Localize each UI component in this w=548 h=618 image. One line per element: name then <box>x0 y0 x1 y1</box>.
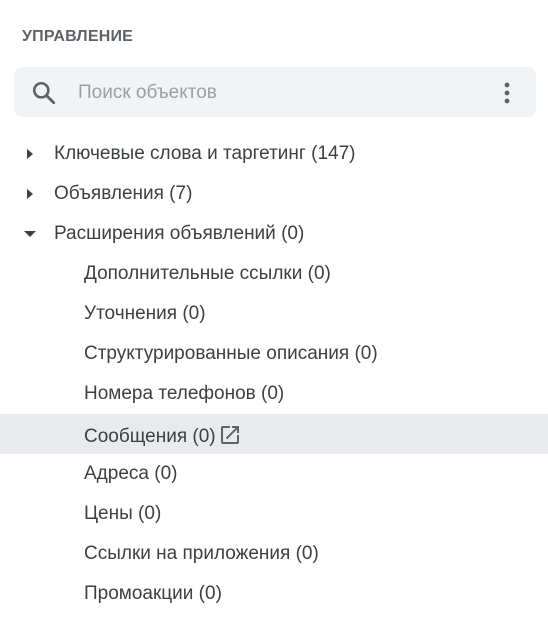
tree-item-app-links[interactable]: Ссылки на приложения (0) <box>0 534 548 574</box>
search-icon[interactable] <box>31 80 57 106</box>
tree-item-label: Расширения объявлений (0) <box>54 223 305 244</box>
tree-item-label: Ссылки на приложения (0) <box>84 543 319 564</box>
tree-item-keywords[interactable]: Ключевые слова и таргетинг (147) <box>0 134 548 174</box>
tree-item-label: Уточнения (0) <box>84 303 206 324</box>
tree-item-structured-snippets[interactable]: Структурированные описания (0) <box>0 334 548 374</box>
tree-item-label: Структурированные описания (0) <box>84 343 378 364</box>
tree-item-label: Промоакции (0) <box>84 583 222 604</box>
tree-item-call-extensions[interactable]: Номера телефонов (0) <box>0 374 548 414</box>
tree-item-label: Цены (0) <box>84 503 162 524</box>
tree-item-sitelinks[interactable]: Дополнительные ссылки (0) <box>0 254 548 294</box>
tree-item-label-wrap: Сообщения (0) <box>84 423 242 448</box>
tree-item-label: Адреса (0) <box>84 463 178 484</box>
management-panel: УПРАВЛЕНИЕ Ключевые слова и таргетинг (1… <box>0 0 548 618</box>
tree-item-callouts[interactable]: Уточнения (0) <box>0 294 548 334</box>
tree-item-label: Объявления (7) <box>54 183 193 204</box>
tree-item-ads[interactable]: Объявления (7) <box>0 174 548 214</box>
search-input[interactable] <box>78 79 478 107</box>
tree-item-locations[interactable]: Адреса (0) <box>0 454 548 494</box>
tree-item-label: Дополнительные ссылки (0) <box>84 263 331 284</box>
tree-item-extensions[interactable]: Расширения объявлений (0) <box>0 214 548 254</box>
section-title: УПРАВЛЕНИЕ <box>22 28 134 45</box>
tree-item-label: Номера телефонов (0) <box>84 383 285 404</box>
open-in-new-icon[interactable] <box>218 423 242 447</box>
caret-down-icon[interactable] <box>22 226 38 242</box>
caret-right-icon[interactable] <box>22 186 38 202</box>
tree-item-label: Сообщения (0) <box>84 426 216 447</box>
tree-item-messages[interactable]: Сообщения (0) <box>0 414 548 454</box>
caret-right-icon[interactable] <box>22 146 38 162</box>
tree-item-promotions[interactable]: Промоакции (0) <box>0 574 548 614</box>
more-vert-icon[interactable] <box>497 80 517 106</box>
tree-item-label: Ключевые слова и таргетинг (147) <box>54 143 356 164</box>
tree-item-prices[interactable]: Цены (0) <box>0 494 548 534</box>
